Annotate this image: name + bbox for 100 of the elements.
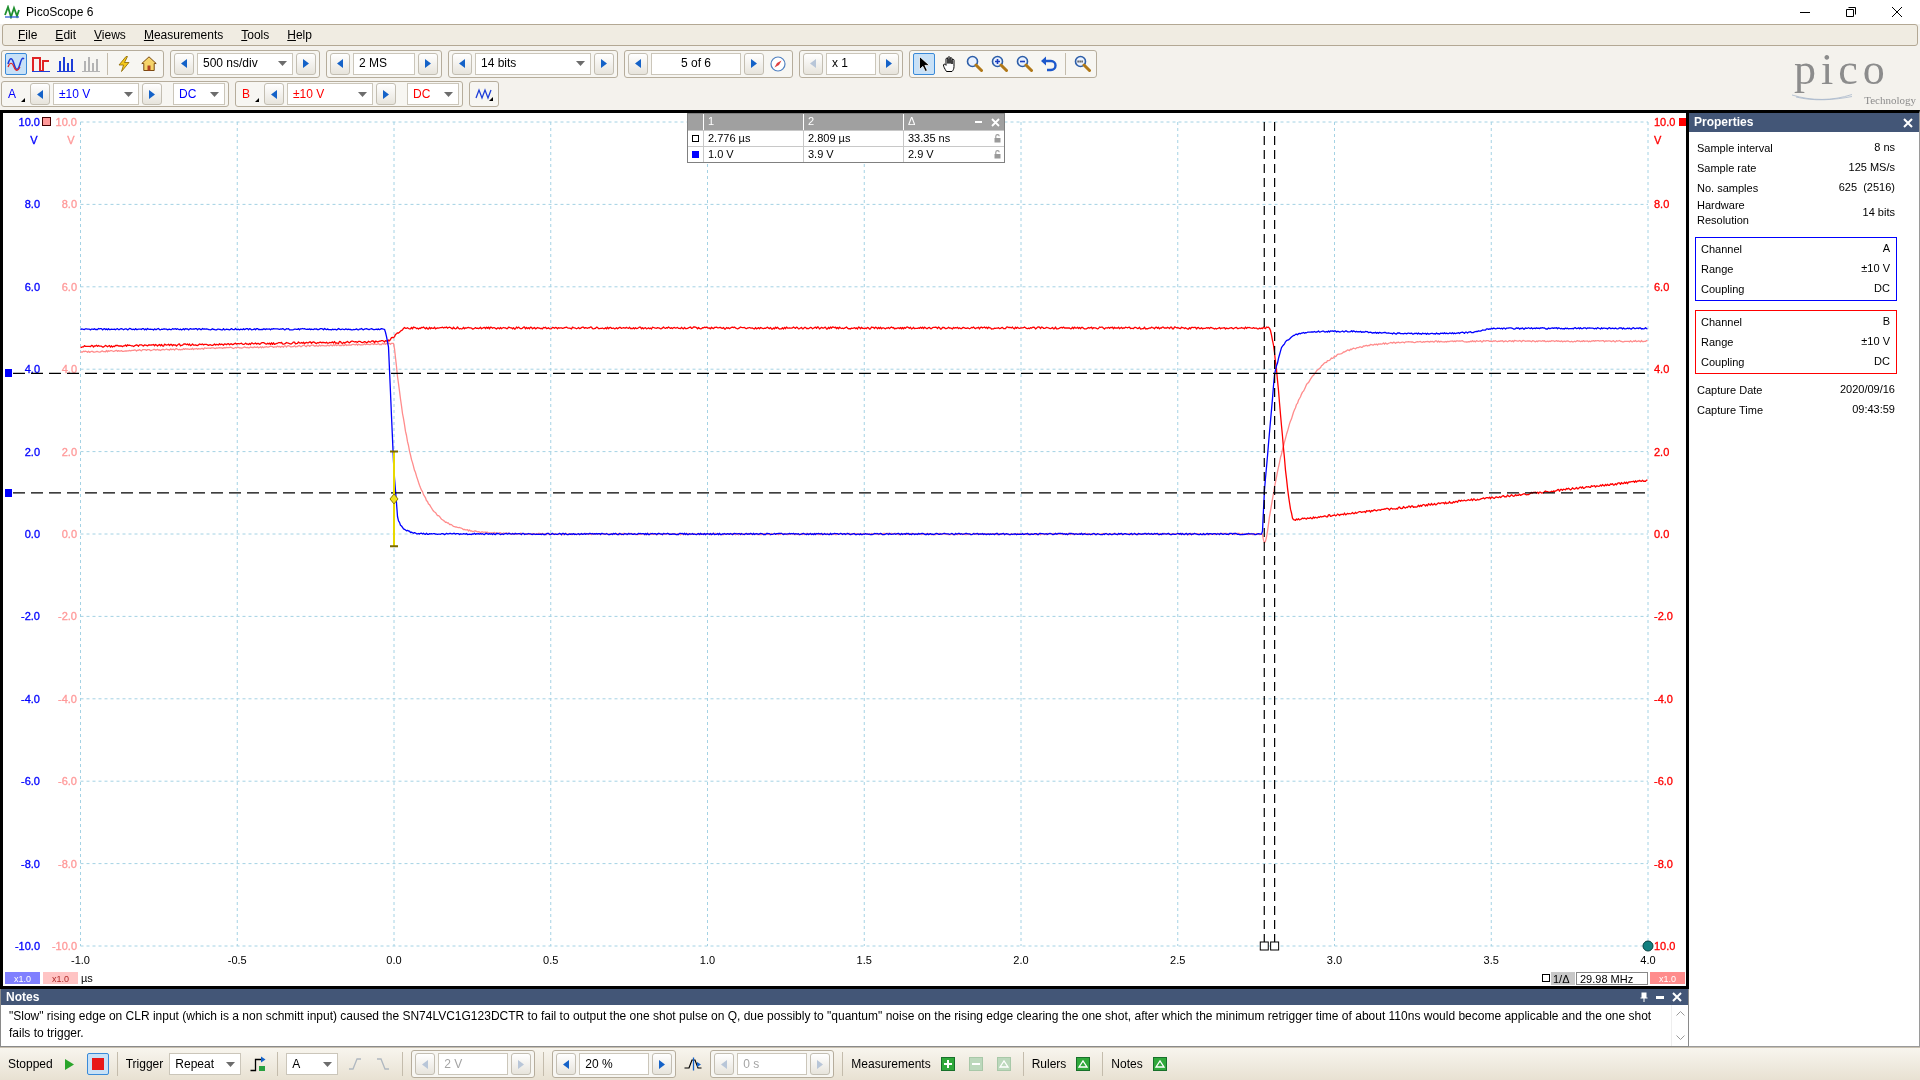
previous-button[interactable] [174,52,194,75]
axis-unit: V [1654,134,1662,146]
trigger-source-dropdown[interactable]: A [286,1053,339,1075]
pin-icon [1640,992,1648,1002]
axis-label: -6.0 [1654,775,1673,788]
view-mode-button[interactable] [5,52,27,75]
scale-button[interactable]: x1.0 [43,972,78,984]
axis-label: 0.0 [1654,528,1670,540]
pointer-tool-button[interactable] [913,52,935,75]
next-button[interactable] [879,52,899,75]
axis-marker-icon[interactable] [42,117,51,126]
left-arrow-icon [459,59,465,68]
next-button[interactable] [296,52,316,75]
left-arrow-icon [422,1059,429,1069]
left-arrow-icon [810,59,816,68]
axis-label: 2.0 [1013,954,1029,966]
plus-icon [940,1057,955,1071]
property-label: Coupling [1701,354,1745,370]
column-header: 1 [703,114,803,130]
minus-icon [968,1057,983,1071]
pre-trigger-field[interactable]: 20 % [579,1053,650,1075]
pre-trigger-icon [684,1057,703,1071]
menu-item[interactable]: Edit [53,27,79,43]
caret-icon [576,61,585,66]
menu-item[interactable]: Views [92,27,128,43]
previous-button[interactable] [452,52,472,75]
resolution-dropdown[interactable]: 14 bits [475,52,591,75]
buffer-field[interactable]: 5 of 6 [651,52,741,75]
column-header: 2 [803,114,903,130]
range-dropdown[interactable]: ±10 V [287,83,373,105]
swoosh-icon [1792,94,1852,101]
property-label: Capture Time [1697,402,1764,418]
house-icon [141,56,157,71]
axis-label: 3.0 [1326,954,1343,966]
ruler-line[interactable] [1263,121,1265,943]
axis-label: -10.0 [14,940,40,952]
next-button[interactable] [652,1053,673,1075]
lightning-icon [118,55,130,72]
ruler-marker-icon [692,135,699,142]
axis-label: 0.0 [24,528,40,540]
axis-marker-icon[interactable] [1679,118,1686,126]
menu-item[interactable]: Tools [239,27,272,43]
triangle-icon [1152,1057,1167,1071]
samples-field[interactable]: 2 MS [353,52,415,75]
ruler-line[interactable] [1274,121,1276,943]
scroll-down-icon[interactable] [1675,1035,1685,1040]
channel-button[interactable]: A [5,83,27,105]
menu-item[interactable]: Help [285,27,314,43]
property-label: Capture Date [1697,382,1763,398]
hand-icon [943,55,955,72]
pin-button[interactable] [1638,990,1650,1004]
zoom-field[interactable]: x 1 [826,52,876,75]
right-arrow-icon [601,59,607,68]
ruler-handle-icon[interactable] [5,489,12,497]
column-header: Δ [903,114,973,130]
magnifier-icon [965,55,983,72]
coupling-dropdown[interactable]: DC [173,83,225,105]
close-icon [1892,7,1902,17]
caret-icon [358,91,367,97]
close-button[interactable] [1670,990,1684,1004]
axis-label: -1.0 [71,954,90,966]
previous-button[interactable] [264,83,284,105]
axis-handle-icon[interactable] [1642,940,1654,952]
trigger-mode-dropdown[interactable]: Repeat [169,1053,242,1075]
previous-button[interactable] [628,52,648,75]
ruler-handle-icon[interactable] [5,369,12,377]
next-button[interactable] [418,52,438,75]
axis-label: 2.0 [24,445,40,458]
property-value: 14 bits [1862,206,1895,220]
next-button[interactable] [142,83,162,105]
right-arrow-icon [751,59,757,68]
corner-arrow-icon [21,98,25,102]
next-button[interactable] [594,52,614,75]
scrollbar[interactable] [1671,1005,1688,1046]
waveform-icon [7,55,25,72]
range-dropdown[interactable]: ±10 V [53,83,139,105]
menu-item[interactable]: File [16,27,40,43]
trigger-marker-icon[interactable] [389,450,399,548]
menu-item[interactable]: Measurements [141,27,226,43]
channel-button[interactable]: B [239,83,261,105]
window-title: PicoScope 6 [26,4,94,20]
axis-unit: µs [81,972,93,984]
next-button[interactable] [744,52,764,75]
table-cell: 2.776 µs [703,131,803,146]
previous-button[interactable] [330,52,350,75]
timebase-dropdown[interactable]: 500 ns/div [197,52,293,75]
close-button[interactable] [1901,115,1915,130]
previous-button[interactable] [556,1053,577,1075]
axis-unit: V [30,134,38,146]
next-button[interactable] [376,83,396,105]
scroll-up-icon[interactable] [1675,1011,1685,1016]
table-cell: 2.9 V [903,147,989,162]
panel-title: Properties [1694,115,1754,130]
coupling-dropdown[interactable]: DC [407,83,459,105]
table-cell: 33.35 ns [903,131,989,146]
axis-label: 4.0 [1654,363,1670,376]
previous-button[interactable] [30,83,50,105]
minimize-icon [1656,995,1664,999]
trigger-label: Trigger [125,1056,164,1072]
stop-button[interactable] [86,1053,109,1075]
